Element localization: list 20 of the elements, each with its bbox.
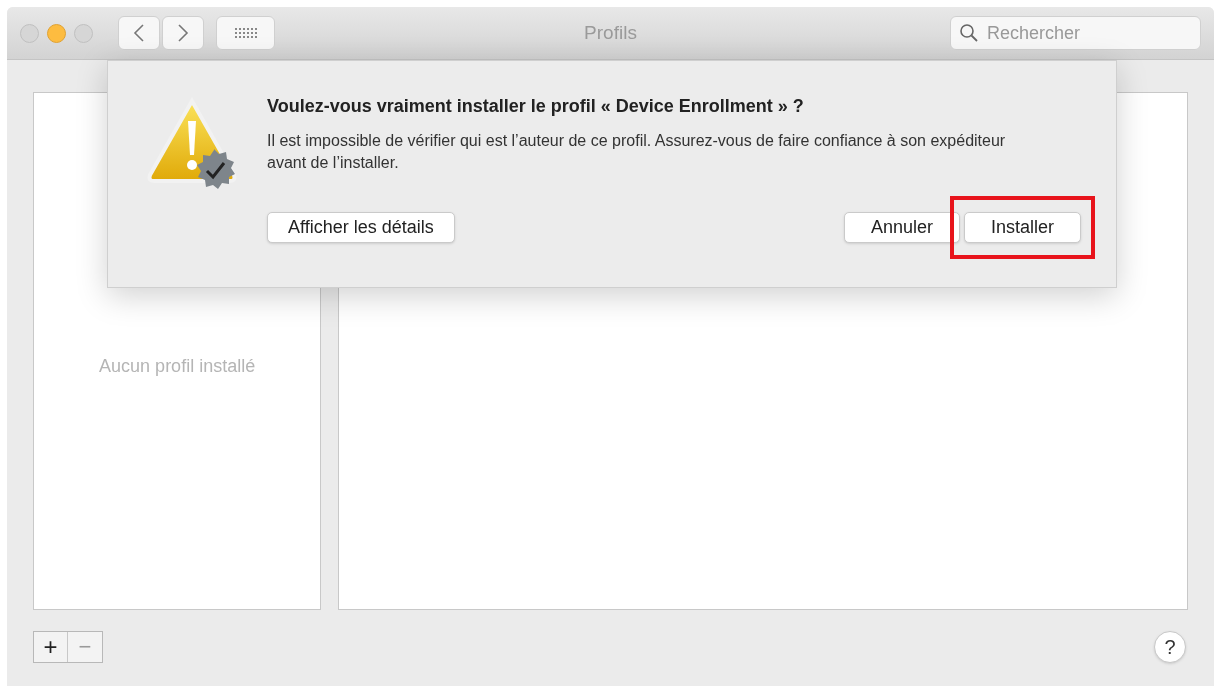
close-button[interactable] (20, 23, 39, 43)
minimize-button[interactable] (47, 23, 66, 43)
chevron-left-icon (133, 24, 145, 42)
details-button[interactable]: Afficher les détails (267, 212, 455, 243)
search-field[interactable]: Rechercher (950, 16, 1201, 50)
back-button[interactable] (118, 16, 160, 50)
grid-icon (233, 26, 258, 40)
dialog-message: Il est impossible de vérifier qui est l’auteur de ce profil. Assurez-vous de faire confiance à son expéditeur avant de l’installer. (267, 131, 1007, 173)
chevron-right-icon (177, 24, 189, 42)
dialog-button[interactable]: Installer (963, 212, 1081, 243)
forward-button[interactable] (162, 16, 204, 50)
search-icon (959, 23, 979, 43)
window-title: Profils (584, 21, 637, 43)
grid-view-button[interactable] (216, 16, 275, 50)
add-button[interactable]: + (34, 632, 68, 662)
empty-message: Aucun profil installé (99, 354, 256, 378)
dialog-title: Voulez-vous vraiment installer le profil « Device Enrollment » ? (267, 95, 805, 118)
zoom-button[interactable] (74, 23, 93, 43)
help-button[interactable]: ? (1154, 631, 1186, 663)
dialog-button[interactable]: Annuler (843, 212, 960, 243)
